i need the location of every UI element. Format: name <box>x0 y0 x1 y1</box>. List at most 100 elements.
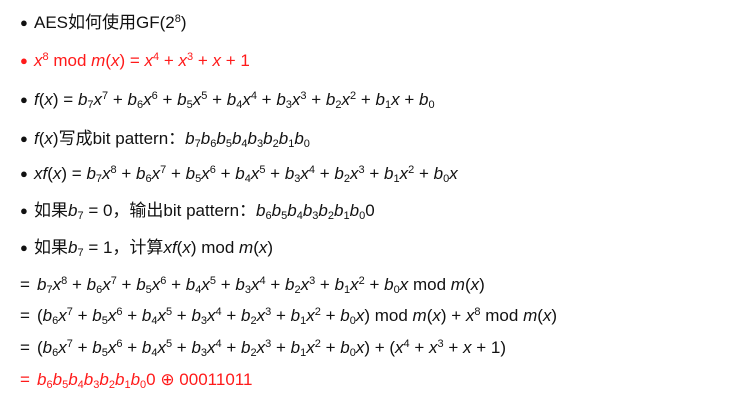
math-variable: x <box>306 306 315 325</box>
math-variable: b <box>349 201 360 220</box>
text-run: mod <box>48 51 92 70</box>
text-run: + <box>193 51 213 70</box>
math-variable: x <box>470 275 480 294</box>
math-variable: x <box>207 306 216 325</box>
math-variable: m <box>523 306 538 325</box>
math-variable: x <box>399 275 409 294</box>
math-variable: x <box>157 338 166 357</box>
math-variable: x <box>449 164 458 183</box>
equation-step-8: = (b6x7 + b5x6 + b4x5 + b3x4 + b2x3 + b1x… <box>20 301 557 331</box>
math-variable: b <box>216 129 226 148</box>
document-page: ● AES如何使用GF(28) ● x8 mod m(x) = x4 + x3 + x… <box>0 0 732 403</box>
text-run: ) = <box>52 90 78 109</box>
text-run: 如果 <box>34 238 68 257</box>
text-run: ) <box>267 238 274 257</box>
math-variable: x <box>306 338 315 357</box>
math-variable: x <box>44 129 53 148</box>
text-run: + <box>207 90 227 109</box>
math-variable: x <box>300 275 310 294</box>
text-run: + <box>72 338 93 357</box>
text-run: ) + <box>440 306 466 325</box>
math-variable: b <box>185 275 196 294</box>
math-variable: x <box>52 275 62 294</box>
bullet-marker: ● <box>20 92 28 107</box>
equals-sign: = <box>20 275 30 294</box>
text-run: 如果 <box>34 201 68 220</box>
text-run: + <box>315 275 335 294</box>
math-variable: b <box>83 370 94 389</box>
text-run: + <box>414 164 434 183</box>
equation-step-9: = (b6x7 + b5x6 + b4x5 + b3x4 + b2x3 + b1x… <box>20 333 506 363</box>
math-variable: b <box>271 201 282 220</box>
math-variable: b <box>375 90 385 109</box>
bullet-item-1: ● x8 mod m(x) = x4 + x3 + x + 1 <box>20 46 250 76</box>
math-variable: x <box>463 338 472 357</box>
text-run: ) + ( <box>364 338 396 357</box>
bullet-marker: ● <box>20 166 28 181</box>
math-variable: x <box>395 338 404 357</box>
math-variable: m <box>450 275 465 294</box>
text-run: + <box>271 306 291 325</box>
math-variable: x <box>151 164 161 183</box>
math-variable: x <box>182 238 191 257</box>
math-variable: b <box>294 129 304 148</box>
text-run: + <box>116 164 137 183</box>
math-variable: m <box>239 238 254 257</box>
math-variable: b <box>302 201 313 220</box>
math-variable: b <box>185 129 195 148</box>
math-variable: b <box>263 129 273 148</box>
math-variable: b <box>52 370 63 389</box>
subscript: 0 <box>303 138 310 150</box>
math-variable: x <box>144 51 154 70</box>
bullet-item-6: ● 如果b7 = 1，计算xf(x) mod m(x) <box>20 233 273 263</box>
math-variable: b <box>256 201 266 220</box>
math-variable: b <box>241 338 251 357</box>
bullet-marker: ● <box>20 240 28 255</box>
math-variable: b <box>77 90 88 109</box>
math-variable: b <box>99 370 109 389</box>
text-run: ) = <box>119 51 145 70</box>
text-run: + <box>216 275 236 294</box>
math-variable: x <box>201 275 210 294</box>
math-variable: b <box>235 164 245 183</box>
math-variable: x <box>207 338 216 357</box>
text-run: ) mod <box>364 306 413 325</box>
math-variable: b <box>191 306 201 325</box>
math-variable: x <box>151 275 161 294</box>
math-variable: b <box>127 90 138 109</box>
bullet-item-5: ● 如果b7 = 0，输出bit pattern：b6b5b4b3b2b1b00 <box>20 196 375 226</box>
math-variable: x <box>157 306 166 325</box>
equals-sign: = <box>20 306 30 325</box>
math-variable: x <box>300 164 309 183</box>
math-variable: b <box>92 306 102 325</box>
math-variable: b <box>334 164 344 183</box>
math-variable: b <box>318 201 328 220</box>
math-variable: x <box>350 164 359 183</box>
equation-step-10: = b6b5b4b3b2b1b00 ⊕ 00011011 <box>20 365 252 395</box>
text-run: + <box>166 164 186 183</box>
text-run: + <box>122 306 142 325</box>
math-variable: b <box>290 306 301 325</box>
text-run: mod <box>480 306 524 325</box>
math-variable: b <box>141 338 152 357</box>
math-variable: x <box>212 51 222 70</box>
math-variable: b <box>334 275 345 294</box>
text-run: + <box>108 90 128 109</box>
text-run: + <box>166 275 186 294</box>
math-variable: b <box>235 275 245 294</box>
math-variable: x <box>111 51 120 70</box>
math-variable: x <box>399 164 409 183</box>
math-variable: b <box>42 306 53 325</box>
math-variable: b <box>136 275 146 294</box>
subscript: 0 <box>428 99 435 111</box>
text-run: + <box>399 90 419 109</box>
math-variable: b <box>384 275 394 294</box>
text-run: ) mod <box>190 238 240 257</box>
text-run: ) <box>479 275 485 294</box>
math-variable: b <box>141 306 152 325</box>
math-variable: b <box>191 338 201 357</box>
text-run: )写成bit pattern： <box>52 129 186 148</box>
math-variable: b <box>278 129 289 148</box>
bullet-marker: ● <box>20 203 28 218</box>
text-run: + <box>172 306 192 325</box>
